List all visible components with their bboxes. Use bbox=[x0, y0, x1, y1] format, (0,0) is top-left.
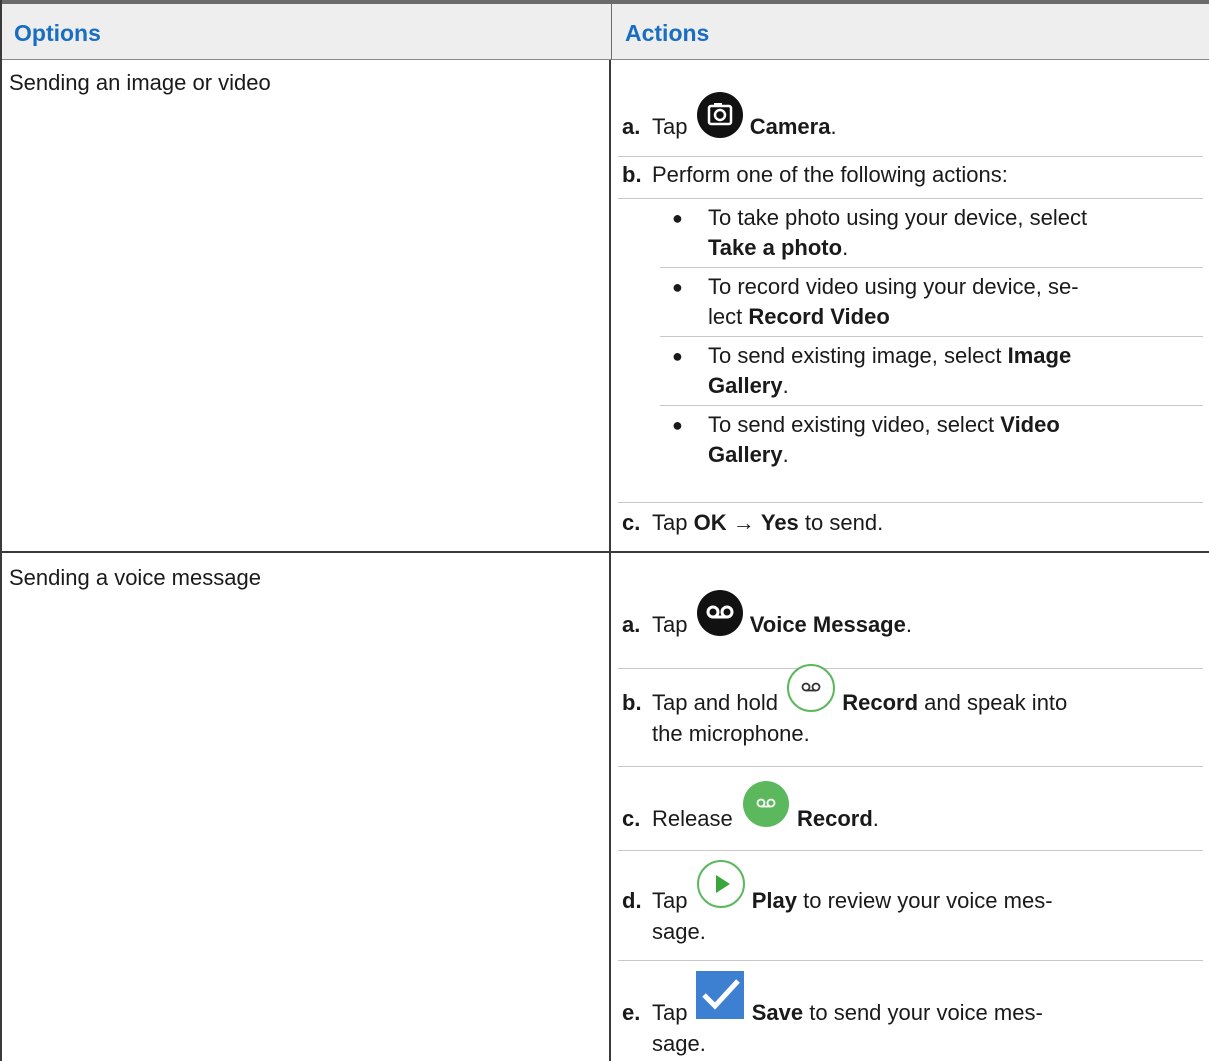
step-1b: b. Perform one of the following actions: bbox=[622, 160, 1182, 200]
separator bbox=[618, 668, 1203, 669]
camera-icon bbox=[696, 92, 743, 139]
separator bbox=[660, 336, 1203, 337]
option-image-video: Sending an image or video bbox=[9, 70, 271, 95]
step-text: Tap bbox=[652, 114, 688, 139]
voicemail-icon bbox=[696, 590, 743, 637]
table-left-border bbox=[0, 0, 2, 1061]
play-icon bbox=[696, 860, 745, 909]
separator bbox=[660, 405, 1203, 406]
option-voice-message: Sending a voice message bbox=[9, 565, 261, 590]
separator bbox=[618, 850, 1203, 851]
step-2d: d. Tap Play to review your voice mes- sa… bbox=[622, 860, 1182, 956]
separator bbox=[618, 502, 1203, 503]
step-text: Perform one of the following actions: bbox=[652, 162, 1008, 187]
separator bbox=[618, 198, 1203, 199]
column-divider bbox=[609, 60, 611, 1061]
step-bold: Camera bbox=[749, 114, 831, 139]
step-1c: c. Tap OK → Yes to send. bbox=[622, 508, 1182, 548]
header-actions-label: Actions bbox=[625, 20, 710, 46]
separator bbox=[618, 960, 1203, 961]
record-outline-icon bbox=[787, 664, 836, 713]
bullet-image-gallery: ● To send existing image, select Image G… bbox=[672, 343, 1072, 398]
step-2c: c. Release Record. bbox=[622, 781, 1182, 844]
step-2e: e. Tap Save to send your voice mes- sage… bbox=[622, 971, 1182, 1060]
header-options: Options bbox=[0, 0, 611, 60]
bullet-take-photo: ● To take photo using your device, selec… bbox=[672, 205, 1088, 260]
bullet-video-gallery: ● To send existing video, select Video G… bbox=[672, 412, 1060, 467]
header-divider bbox=[611, 0, 612, 60]
header-options-label: Options bbox=[14, 20, 101, 46]
options-actions-table: Options Actions Sending an image or vide… bbox=[0, 0, 1209, 1061]
step-letter: a. bbox=[622, 114, 641, 139]
header-actions: Actions bbox=[611, 0, 1209, 60]
checkmark-icon bbox=[695, 971, 744, 1020]
row-divider bbox=[0, 551, 1209, 553]
record-filled-icon bbox=[742, 781, 789, 828]
step-letter: c. bbox=[622, 510, 641, 535]
separator bbox=[618, 156, 1203, 157]
step-2a: a. Tap Voice Message. bbox=[622, 590, 1182, 650]
bullet-record-video: ● To record video using your device, se-… bbox=[672, 274, 1079, 329]
separator bbox=[660, 267, 1203, 268]
step-1a: a. Tap Camera. bbox=[622, 92, 1182, 152]
step-2b: b. Tap and hold Record and speak into th… bbox=[622, 664, 1182, 758]
separator bbox=[618, 766, 1203, 767]
step-letter: b. bbox=[622, 162, 642, 187]
